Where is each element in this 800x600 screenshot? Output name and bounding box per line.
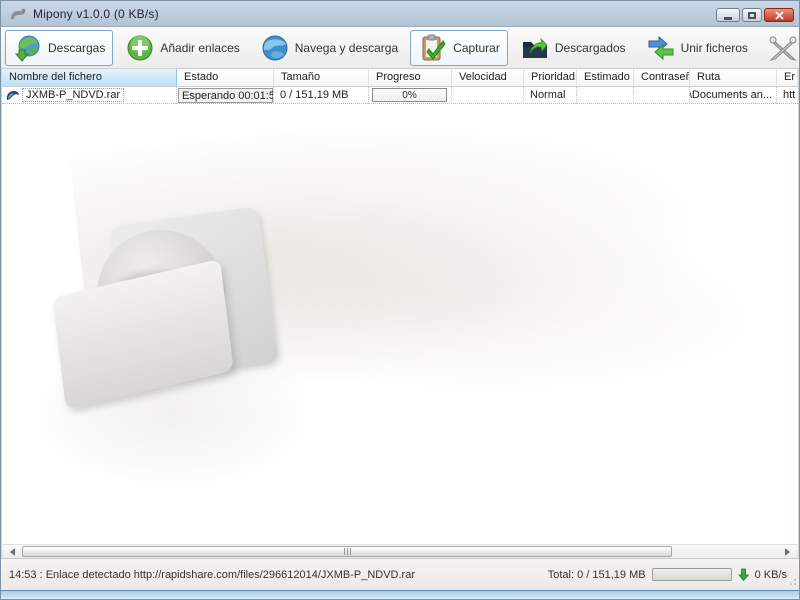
- column-header-progreso[interactable]: Progreso: [369, 69, 452, 86]
- column-header-enlace[interactable]: Er: [777, 69, 798, 86]
- column-header-estimado[interactable]: Estimado: [577, 69, 634, 86]
- file-name: JXMB-P_NDVD.rar: [21, 88, 125, 102]
- column-header-nombre[interactable]: Nombre del fichero: [2, 69, 177, 86]
- scroll-left-icon: [10, 547, 15, 556]
- window-controls: [716, 8, 794, 22]
- toolbar-button-capturar[interactable]: Capturar: [410, 29, 508, 66]
- rapidshare-link-icon: [6, 90, 19, 100]
- status-summary: Total: 0 / 151,19 MB 0 KB/s: [548, 568, 787, 581]
- cell-prioridad: Normal: [524, 86, 577, 104]
- toolbar-button-navega-y-descarga[interactable]: Navega y descarga: [252, 30, 406, 66]
- download-arrow-icon: [737, 568, 749, 581]
- close-icon: [774, 10, 784, 20]
- minimize-button[interactable]: [716, 8, 740, 22]
- toolbar-button-descargados[interactable]: Descargados: [512, 30, 634, 66]
- minimize-icon: [724, 16, 732, 20]
- table-empty-area: [2, 104, 798, 544]
- browse-globe-icon: [262, 35, 288, 60]
- toolbar-button-label: Navega y descarga: [294, 40, 399, 55]
- progress-bar: 0%: [372, 88, 447, 102]
- cell-estado: Esperando 00:01:54: [177, 86, 274, 104]
- capture-clipboard-icon: [422, 34, 446, 60]
- cell-velocidad: [452, 86, 524, 104]
- total-label: Total: 0 / 151,19 MB: [547, 568, 646, 581]
- thumb-grip: [349, 548, 351, 555]
- maximize-button[interactable]: [742, 8, 762, 22]
- maximize-icon: [748, 11, 756, 19]
- resize-grip[interactable]: [788, 578, 797, 587]
- window-title: Mipony v1.0.0 (0 KB/s): [33, 6, 159, 21]
- toolbar-button-label: Descargados: [554, 40, 626, 55]
- column-header-velocidad[interactable]: Velocidad: [452, 69, 524, 86]
- toolbar-button-opciones[interactable]: Opciones: [760, 30, 800, 66]
- cell-nombre: JXMB-P_NDVD.rar: [2, 86, 177, 104]
- horizontal-scrollbar: [2, 544, 798, 558]
- cell-contrasena: [634, 86, 690, 104]
- join-files-icon: [648, 35, 674, 60]
- window-bottom-frame: [1, 590, 799, 599]
- mipony-window: Mipony v1.0.0 (0 KB/s) Descargas Añadir …: [0, 0, 800, 600]
- global-speed: 0 KB/s: [754, 568, 787, 581]
- globe-download-icon: [14, 35, 40, 62]
- toolbar-button-unir-ficheros[interactable]: Unir ficheros: [638, 30, 756, 66]
- downloads-table: Nombre del fichero Estado Tamaño Progres…: [1, 69, 799, 558]
- scroll-right-button[interactable]: [780, 546, 795, 558]
- column-header-prioridad[interactable]: Prioridad: [524, 69, 577, 86]
- table-header-row: Nombre del fichero Estado Tamaño Progres…: [2, 69, 798, 87]
- thumb-grip: [343, 548, 345, 555]
- cell-ruta: C:\Documents an...: [690, 86, 777, 104]
- titlebar[interactable]: Mipony v1.0.0 (0 KB/s): [1, 1, 799, 26]
- toolbar-button-anadir-enlaces[interactable]: Añadir enlaces: [117, 30, 247, 66]
- close-button[interactable]: [764, 8, 794, 22]
- app-icon: [9, 6, 27, 22]
- watermark-folder-front: [52, 258, 234, 410]
- toolbar-button-label: Añadir enlaces: [160, 40, 240, 55]
- statusbar: 14:53 : Enlace detectado http://rapidsha…: [1, 558, 799, 590]
- scroll-left-button[interactable]: [5, 546, 20, 558]
- add-links-icon: [127, 34, 153, 60]
- table-row[interactable]: JXMB-P_NDVD.rar Esperando 00:01:54 0 / 1…: [2, 86, 798, 104]
- thumb-grip: [346, 548, 348, 555]
- status-message: 14:53 : Enlace detectado http://rapidsha…: [9, 568, 416, 581]
- column-header-estado[interactable]: Estado: [177, 69, 274, 86]
- column-header-contrasena[interactable]: Contraseña: [634, 69, 690, 86]
- downloaded-folder-icon: [522, 37, 548, 58]
- column-header-ruta[interactable]: Ruta: [690, 69, 777, 86]
- total-progress-bar: [651, 568, 732, 581]
- cell-progreso: 0%: [369, 86, 452, 104]
- toolbar-button-descargas[interactable]: Descargas: [5, 29, 114, 66]
- toolbar-button-label: Unir ficheros: [680, 40, 748, 55]
- status-badge: Esperando 00:01:54: [178, 87, 273, 103]
- column-header-tamano[interactable]: Tamaño: [274, 69, 369, 86]
- toolbar-button-label: Descargas: [48, 40, 106, 55]
- toolbar-button-label: Capturar: [453, 40, 500, 55]
- cell-enlace: htt: [783, 89, 796, 101]
- scroll-right-icon: [785, 547, 790, 556]
- scrollbar-thumb[interactable]: [22, 546, 672, 557]
- toolbar: Descargas Añadir enlaces Navega y descar…: [1, 26, 799, 69]
- options-tools-icon: [769, 36, 797, 61]
- mipony-watermark-logo: [52, 206, 280, 410]
- cell-tamano: 0 / 151,19 MB: [274, 86, 369, 104]
- cell-estimado: [577, 86, 634, 104]
